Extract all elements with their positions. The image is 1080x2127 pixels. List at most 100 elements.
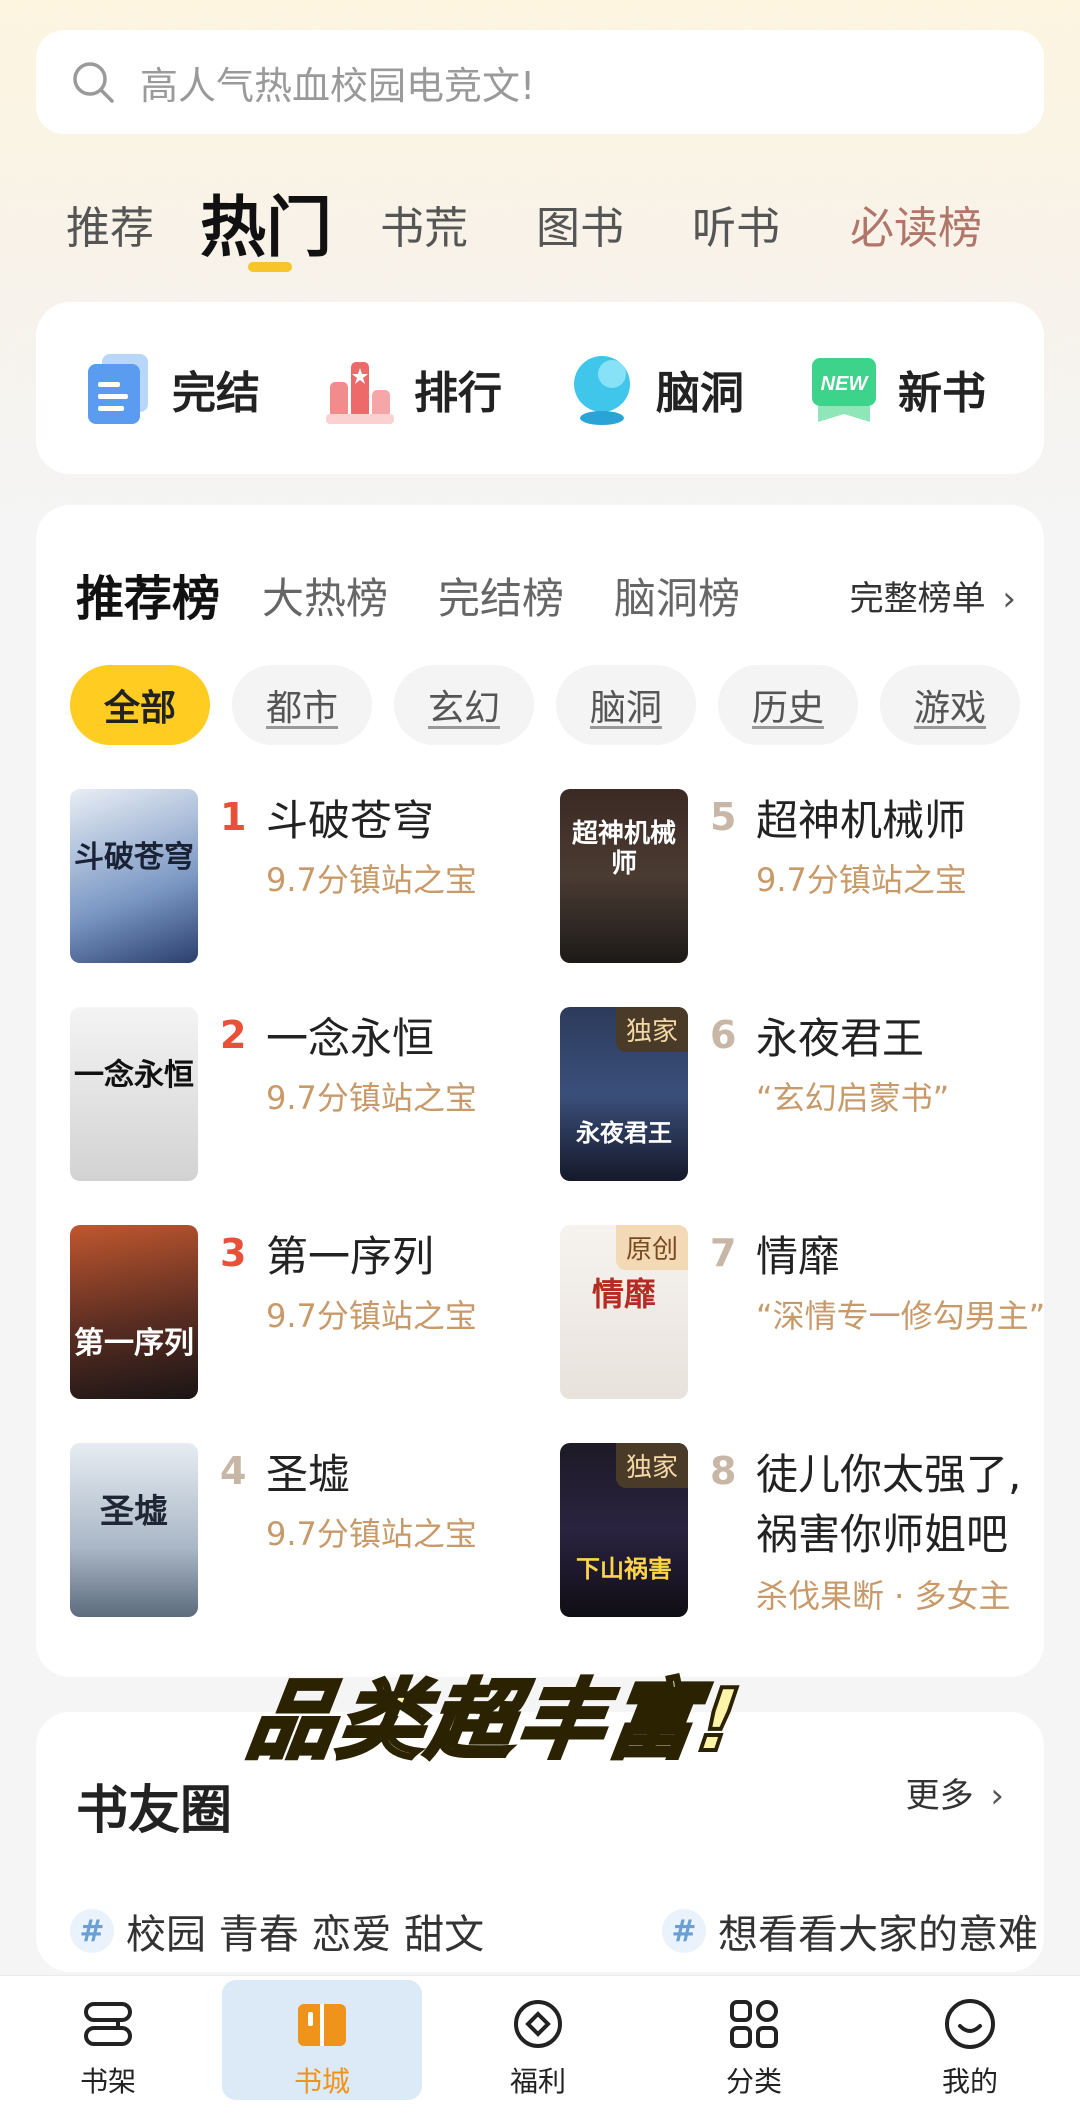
book-title: 徒儿你太强了, [756, 1450, 1022, 1499]
tab-hot-list[interactable]: 大热榜 [262, 565, 388, 626]
chip-brainhole[interactable]: 脑洞 [556, 665, 696, 745]
search-placeholder: 高人气热血校园电竞文! [140, 63, 536, 108]
cover-title: 永夜君王 [576, 1118, 672, 1147]
topic-label: 校园 青春 恋爱 甜文 [126, 1912, 485, 1958]
crystal-ball-icon [568, 352, 636, 426]
smile-icon [945, 1999, 995, 2049]
rank-number: 2 [220, 1013, 247, 1057]
new-badge-icon: NEW [810, 352, 878, 426]
shortcut-brainhole[interactable]: 脑洞 [568, 352, 744, 426]
book-subtitle: 9.7分镇站之宝 [266, 1515, 477, 1553]
book-title: 圣墟 [266, 1450, 351, 1499]
book-subtitle: “玄幻启蒙书” [756, 1079, 950, 1117]
nav-label: 我的 [941, 2065, 998, 2098]
shortcut-label: 脑洞 [656, 368, 744, 419]
book-cover: 斗破苍穹 [70, 789, 198, 963]
tab-books[interactable]: 图书 [536, 192, 624, 256]
book-title: 超神机械师 [756, 796, 967, 845]
category-chips: 全部 都市 玄幻 脑洞 历史 游戏 [70, 665, 1044, 749]
book-title: 情靡 [756, 1232, 841, 1281]
cover-title: 超神机械师 [571, 819, 676, 879]
book-item[interactable]: 斗破苍穹 1 斗破苍穹 9.7分镇站之宝 [70, 789, 550, 969]
promo-overlay-text: 品类超丰富! [240, 1669, 751, 1773]
rank-number: 1 [220, 795, 247, 839]
search-icon [73, 62, 114, 103]
tab-brainhole-list[interactable]: 脑洞榜 [614, 565, 740, 626]
topic-label: 想看看大家的意难 [718, 1912, 1038, 1958]
book-cover: 第一序列 [70, 1225, 198, 1399]
chevron-right-icon: › [990, 1776, 1004, 1816]
chip-fantasy[interactable]: 玄幻 [394, 665, 534, 745]
nav-categories[interactable]: 分类 [654, 1976, 854, 2127]
tab-audiobooks[interactable]: 听书 [692, 192, 780, 256]
book-cover: 永夜君王 独家 [560, 1007, 688, 1181]
rank-number: 5 [710, 795, 737, 839]
book-title-line2: 祸害你师姐吧 [756, 1510, 1009, 1559]
cover-title: 斗破苍穹 [74, 840, 194, 875]
gift-coin-icon [514, 2000, 562, 2048]
nav-bookshelf[interactable]: 书架 [8, 1976, 208, 2127]
book-item[interactable]: 情靡 原创 7 情靡 “深情专一修勾男主” [560, 1225, 1045, 1405]
cover-title: 下山祸害 [576, 1554, 672, 1583]
book-subtitle: 9.7分镇站之宝 [266, 1079, 477, 1117]
chip-history[interactable]: 历史 [718, 665, 858, 745]
book-item[interactable]: 圣墟 4 圣墟 9.7分镇站之宝 [70, 1443, 550, 1623]
topic-tag[interactable]: # 想看看大家的意难 [662, 1902, 1044, 1960]
tab-recommend[interactable]: 推荐 [66, 192, 154, 256]
rank-number: 8 [710, 1449, 737, 1493]
book-cover: 一念永恒 [70, 1007, 198, 1181]
tab-book-shortage[interactable]: 书荒 [380, 192, 468, 256]
cover-title: 第一序列 [74, 1326, 194, 1361]
cover-title: 圣墟 [100, 1492, 168, 1532]
rank-number: 3 [220, 1231, 247, 1275]
chip-urban[interactable]: 都市 [232, 665, 372, 745]
book-item[interactable]: 永夜君王 独家 6 永夜君王 “玄幻启蒙书” [560, 1007, 1040, 1187]
book-cover: 圣墟 [70, 1443, 198, 1617]
book-title: 一念永恒 [266, 1014, 435, 1063]
book-subtitle: 杀伐果断 · 多女主 [756, 1577, 1011, 1615]
exclusive-badge: 独家 [615, 1443, 688, 1488]
book-cover: 下山祸害 独家 [560, 1443, 688, 1617]
full-list-link[interactable]: 完整榜单 › [850, 571, 1016, 620]
rank-number: 6 [710, 1013, 737, 1057]
shortcut-new-books[interactable]: NEW 新书 [810, 352, 986, 426]
shortcut-ranking[interactable]: 排行 [326, 352, 502, 426]
nav-mine[interactable]: 我的 [870, 1976, 1070, 2127]
tab-must-read[interactable]: 必读榜 [850, 192, 982, 256]
podium-icon [326, 352, 394, 426]
book-subtitle: “深情专一修勾男主” [756, 1297, 1046, 1335]
tab-recommend-list[interactable]: 推荐榜 [76, 559, 220, 629]
search-bar[interactable]: 高人气热血校园电竞文! [36, 30, 1044, 134]
chevron-right-icon: › [1002, 579, 1016, 619]
shortcut-card: 完结 排行 脑洞 NEW 新书 [36, 302, 1044, 474]
nav-welfare[interactable]: 福利 [438, 1976, 638, 2127]
nav-bookstore[interactable]: 书城 [222, 1976, 422, 2127]
shortcut-label: 完结 [172, 368, 260, 419]
hashtag-icon: # [70, 1909, 114, 1953]
cover-title: 一念永恒 [74, 1058, 194, 1093]
book-cover: 超神机械师 [560, 789, 688, 963]
active-tab-indicator [248, 262, 292, 272]
shortcut-label: 排行 [414, 368, 502, 419]
book-item[interactable]: 下山祸害 独家 8 徒儿你太强了, 祸害你师姐吧 杀伐果断 · 多女主 [560, 1443, 1040, 1623]
book-subtitle: 9.7分镇站之宝 [756, 861, 967, 899]
book-item[interactable]: 第一序列 3 第一序列 9.7分镇站之宝 [70, 1225, 550, 1405]
nav-label: 书架 [79, 2065, 136, 2098]
topic-tag[interactable]: # 校园 青春 恋爱 甜文 [70, 1902, 484, 1960]
book-title: 永夜君王 [756, 1014, 925, 1063]
nav-label: 分类 [725, 2065, 782, 2098]
tab-finished-list[interactable]: 完结榜 [438, 565, 564, 626]
shortcut-finished[interactable]: 完结 [84, 352, 260, 426]
chip-all[interactable]: 全部 [70, 665, 210, 745]
book-cover: 情靡 原创 [560, 1225, 688, 1399]
bookshelf-icon [84, 2002, 132, 2046]
book-item[interactable]: 超神机械师 5 超神机械师 9.7分镇站之宝 [560, 789, 1040, 969]
ranking-tabs: 推荐榜 大热榜 完结榜 脑洞榜 完整榜单 › [76, 557, 1016, 627]
chip-games[interactable]: 游戏 [880, 665, 1020, 745]
svg-text:NEW: NEW [821, 373, 870, 395]
book-open-icon [298, 2004, 346, 2046]
book-item[interactable]: 一念永恒 2 一念永恒 9.7分镇站之宝 [70, 1007, 550, 1187]
tab-hot[interactable]: 热门 [200, 174, 332, 270]
nav-label: 书城 [293, 2065, 350, 2098]
more-link[interactable]: 更多 › [906, 1768, 1004, 1817]
